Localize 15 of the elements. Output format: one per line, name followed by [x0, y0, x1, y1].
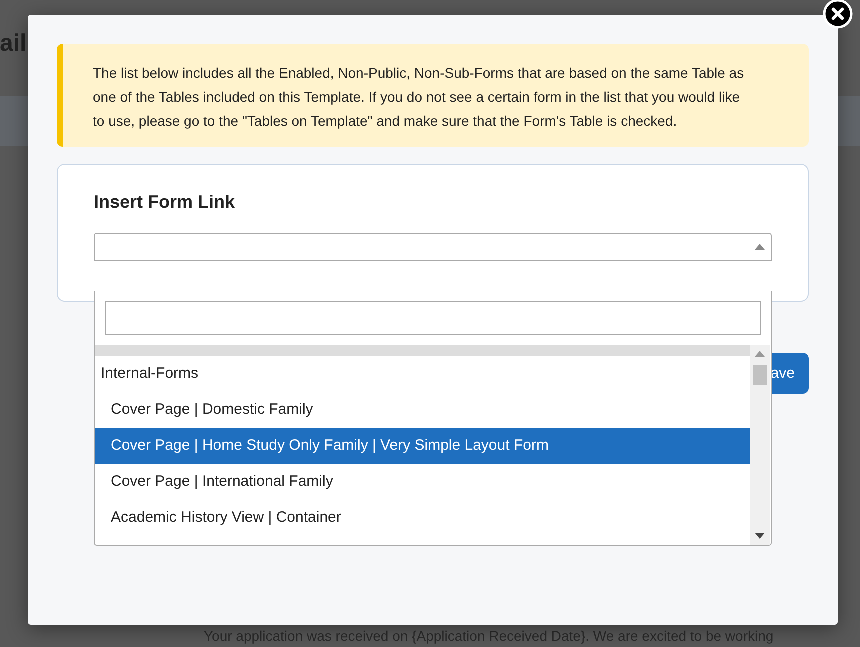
- form-select[interactable]: [94, 233, 772, 261]
- option-group-label: Internal-Forms: [100, 364, 200, 384]
- scrollbar-thumb[interactable]: [753, 365, 767, 385]
- dropdown-option[interactable]: Cover Page | Domestic Family: [95, 392, 750, 428]
- scroll-down-icon: [755, 533, 765, 539]
- caret-icon: [755, 244, 765, 250]
- dropdown-option[interactable]: Cover Page | International Family: [95, 464, 750, 500]
- dropdown-option[interactable]: Academic History View | Container: [95, 500, 750, 536]
- search-field[interactable]: [105, 301, 761, 335]
- card-title: Insert Form Link: [94, 191, 236, 213]
- dropdown-option[interactable]: Cover Page | Home Study Only Family | Very Simple Layout Form: [95, 428, 750, 464]
- scrollbar[interactable]: [750, 345, 770, 545]
- info-notice: The list below includes all the Enabled, Non-Public, Non-Sub-Forms that are based on the same Table as one of the Tables included on this Template. If you do not see a certain form in the list that you would like to use, please go to the "Tables on Template" and make sure that the Form's Table is checked.: [57, 44, 809, 147]
- scroll-up-icon: [755, 351, 765, 357]
- close-button[interactable]: [823, 0, 853, 29]
